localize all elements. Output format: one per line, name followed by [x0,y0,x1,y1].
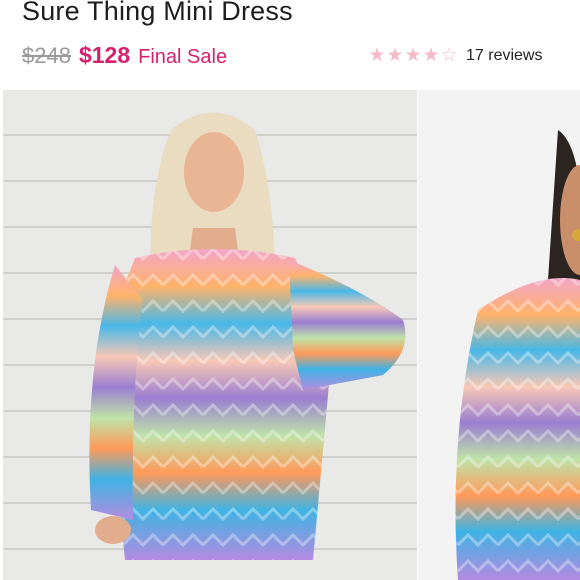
product-title: Sure Thing Mini Dress [22,0,293,26]
star-icon: ★ [422,45,440,66]
sale-price: $128 [78,42,131,68]
final-sale-label: Final Sale [138,46,228,68]
reviews-link[interactable]: 17 reviews [466,47,542,65]
product-image-secondary[interactable] [418,90,580,580]
product-image-main[interactable] [3,90,417,580]
star-icon: ★ [386,45,404,66]
model-front-illustration [89,112,406,560]
star-icon: ★ [368,45,386,66]
product-gallery [0,90,580,580]
star-outline-icon: ☆ [440,45,458,66]
price-row: $248 $128 Final Sale [22,42,227,69]
star-icon: ★ [404,45,422,66]
model-side-illustration [455,130,580,580]
original-price: $248 [22,43,71,68]
star-rating: ★ ★ ★ ★ ☆ [368,46,458,66]
rating-summary[interactable]: ★ ★ ★ ★ ☆ 17 reviews [368,46,542,66]
